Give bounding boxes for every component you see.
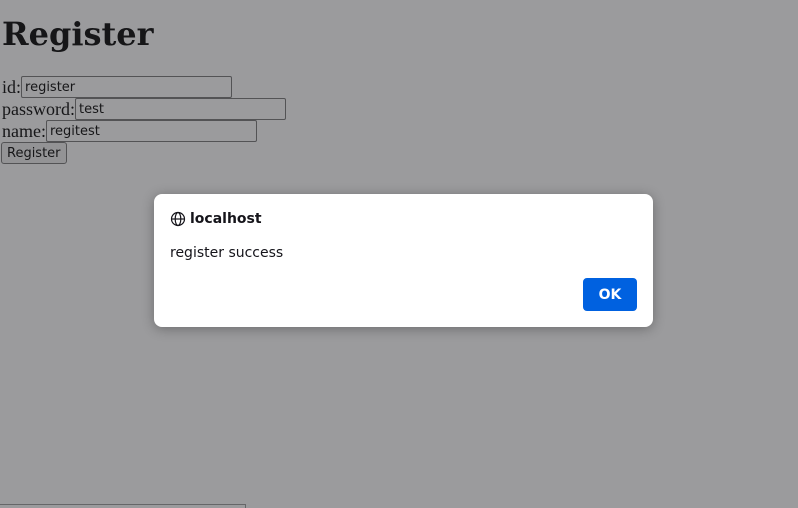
dialog-origin: localhost — [190, 211, 262, 227]
dialog-message: register success — [170, 245, 284, 261]
alert-dialog: localhost register success OK — [154, 194, 653, 327]
ok-button[interactable]: OK — [583, 278, 637, 311]
globe-icon — [170, 211, 186, 227]
dialog-header: localhost — [170, 210, 262, 228]
